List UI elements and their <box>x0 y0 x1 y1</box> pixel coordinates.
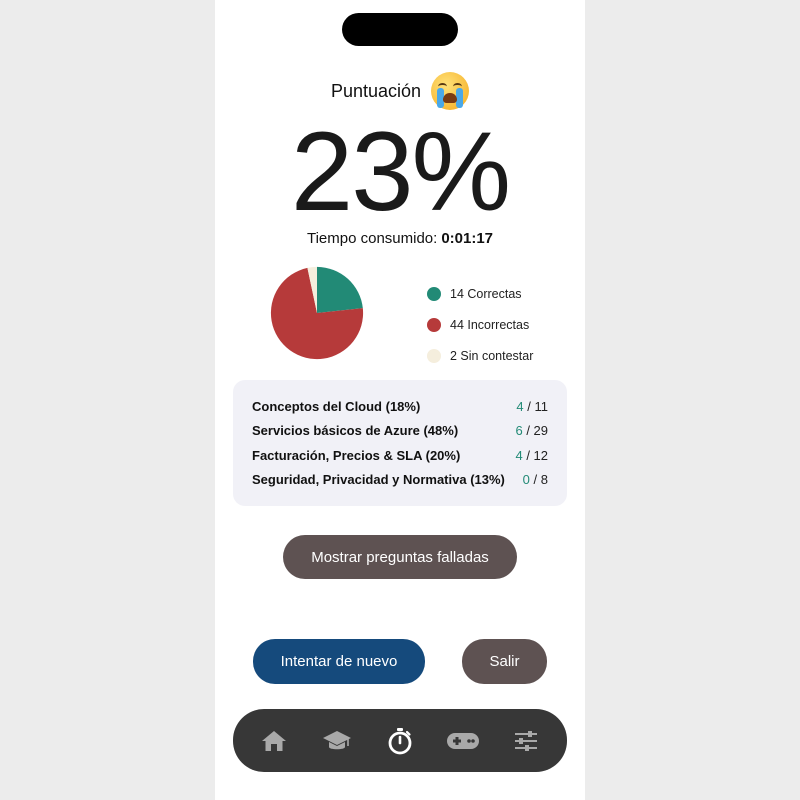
category-total: / 29 <box>526 423 548 439</box>
category-correct: 0 <box>522 472 530 488</box>
legend-label-incorrect: 44 Incorrectas <box>450 317 530 332</box>
category-label: Servicios básicos de Azure (48%) <box>252 423 459 439</box>
breakdown-row: Facturación, Precios & SLA (20%) 4 / 12 <box>252 443 548 468</box>
category-total: / 12 <box>526 447 548 463</box>
tab-settings[interactable] <box>506 721 546 761</box>
legend-item-unanswered: 2 Sin contestar <box>427 340 533 371</box>
stopwatch-icon <box>388 727 412 754</box>
score-title: Puntuación <box>330 80 422 101</box>
breakdown-row: Seguridad, Privacidad y Normativa (13%) … <box>252 468 548 493</box>
tab-courses[interactable] <box>317 721 357 761</box>
category-correct: 6 <box>515 423 523 439</box>
time-value: 0:01:17 <box>441 230 494 247</box>
legend-label-correct: 14 Correctas <box>450 286 522 301</box>
time-label: Tiempo consumido: <box>306 230 438 247</box>
legend-dot-unanswered <box>427 348 441 363</box>
time-consumed: Tiempo consumido: 0:01:17 <box>215 230 585 247</box>
category-total: / 11 <box>527 398 548 414</box>
score-percent: 23% <box>290 109 511 234</box>
crying-face-icon <box>431 72 470 110</box>
exit-button[interactable]: Salir <box>462 639 547 684</box>
legend-dot-correct <box>427 286 441 301</box>
retry-button[interactable]: Intentar de nuevo <box>253 639 425 684</box>
tab-games[interactable] <box>443 721 483 761</box>
breakdown-row: Conceptos del Cloud (18%) 4 / 11 <box>252 394 548 419</box>
results-pie-chart <box>270 266 364 360</box>
legend-item-correct: 14 Correctas <box>427 278 533 309</box>
pie-legend: 14 Correctas 44 Incorrectas 2 Sin contes… <box>427 278 533 371</box>
legend-item-incorrect: 44 Incorrectas <box>427 309 533 340</box>
graduation-cap-icon <box>323 730 352 749</box>
sliders-icon <box>514 730 537 751</box>
home-icon <box>262 730 287 751</box>
breakdown-row: Servicios básicos de Azure (48%) 6 / 29 <box>252 419 548 444</box>
category-correct: 4 <box>515 447 523 463</box>
score-header: Puntuación <box>215 72 585 110</box>
category-label: Facturación, Precios & SLA (20%) <box>252 447 461 463</box>
tab-home[interactable] <box>254 721 294 761</box>
tab-bar <box>233 709 567 772</box>
phone-screen: Puntuación 23% Tiempo consumido: 0:01:17 … <box>215 0 585 800</box>
legend-label-unanswered: 2 Sin contestar <box>450 348 534 363</box>
legend-dot-incorrect <box>427 317 441 332</box>
show-failed-questions-button[interactable]: Mostrar preguntas falladas <box>283 535 517 579</box>
category-total: / 8 <box>533 472 548 488</box>
category-label: Conceptos del Cloud (18%) <box>252 398 421 414</box>
category-label: Seguridad, Privacidad y Normativa (13%) <box>252 472 505 488</box>
gamepad-icon <box>446 732 479 749</box>
category-breakdown: Conceptos del Cloud (18%) 4 / 11 Servici… <box>233 380 567 506</box>
pie-slice-correctas <box>317 266 363 313</box>
category-correct: 4 <box>516 398 524 414</box>
dynamic-island <box>342 13 458 46</box>
tab-exam[interactable] <box>380 721 420 761</box>
